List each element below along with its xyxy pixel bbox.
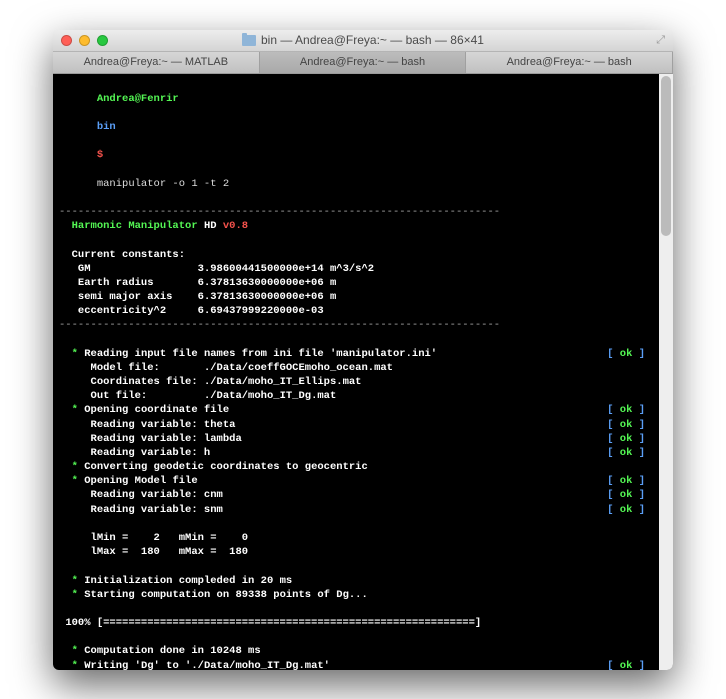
rv-theta: Reading variable: theta — [91, 419, 236, 431]
rv-snm: Reading variable: snm — [91, 504, 223, 516]
rv-h: Reading variable: h — [91, 447, 211, 459]
tab-bash-active[interactable]: Andrea@Freya:~ — bash — [260, 52, 467, 73]
step-open-model: Opening Model file — [84, 475, 197, 487]
model-file-label: Model file: — [91, 362, 160, 374]
tabbar: Andrea@Freya:~ — MATLAB Andrea@Freya:~ —… — [53, 52, 673, 74]
step-open-coord: Opening coordinate file — [84, 404, 229, 416]
zoom-icon[interactable] — [97, 35, 108, 46]
step-comp-done: Computation done in 10248 ms — [84, 645, 260, 657]
lmin: lMin = 2 mMin = 0 — [91, 532, 249, 544]
prompt-symbol: $ — [97, 149, 103, 161]
fullscreen-icon[interactable]: ⤢ — [656, 34, 665, 47]
step-read-ini: Reading input file names from ini file '… — [84, 348, 437, 360]
constants-header: Current constants: — [72, 249, 185, 261]
prompt-userhost: Andrea@Fenrir — [97, 93, 179, 105]
window-title: bin — Andrea@Freya:~ — bash — 86×41 — [242, 33, 484, 47]
const-sma-v: 6.37813630000000e+06 m — [198, 291, 337, 303]
terminal-body[interactable]: Andrea@Fenrir bin $ manipulator -o 1 -t … — [53, 74, 673, 670]
folder-icon — [242, 35, 256, 46]
titlebar[interactable]: bin — Andrea@Freya:~ — bash — 86×41 ⤢ — [53, 30, 673, 52]
command-text: manipulator -o 1 -t 2 — [97, 178, 229, 190]
const-ecc-k: eccentricity^2 — [78, 305, 166, 317]
prompt-cwd: bin — [97, 121, 116, 133]
const-sma-k: semi major axis — [78, 291, 173, 303]
window-title-text: bin — Andrea@Freya:~ — bash — 86×41 — [261, 33, 484, 47]
close-icon[interactable] — [61, 35, 72, 46]
tab-matlab[interactable]: Andrea@Freya:~ — MATLAB — [53, 52, 260, 73]
banner-name: Harmonic Manipulator — [72, 220, 198, 232]
separator-line-2: ----------------------------------------… — [59, 318, 667, 332]
step-start-comp: Starting computation on 89338 points of … — [84, 589, 368, 601]
const-er-k: Earth radius — [78, 277, 154, 289]
tab-bash-2[interactable]: Andrea@Freya:~ — bash — [466, 52, 673, 73]
step-write: Writing 'Dg' to './Data/moho_IT_Dg.mat' — [84, 660, 330, 670]
banner-hd: HD — [204, 220, 217, 232]
banner-ver: v0.8 — [223, 220, 248, 232]
progress-bar: 100% [==================================… — [65, 617, 481, 629]
separator-line: ----------------------------------------… — [59, 205, 667, 219]
const-er-v: 6.37813630000000e+06 m — [198, 277, 337, 289]
model-file: ./Data/coeffGOCEmoho_ocean.mat — [204, 362, 393, 374]
const-ecc-v: 6.69437999220000e-03 — [198, 305, 324, 317]
out-file-label: Out file: — [91, 390, 148, 402]
out-file: ./Data/moho_IT_Dg.mat — [204, 390, 336, 402]
rv-lambda: Reading variable: lambda — [91, 433, 242, 445]
const-gm-v: 3.98600441500000e+14 m^3/s^2 — [198, 263, 374, 275]
rv-cnm: Reading variable: cnm — [91, 489, 223, 501]
scrollbar[interactable] — [659, 74, 673, 670]
lmax: lMax = 180 mMax = 180 — [91, 546, 249, 558]
traffic-lights — [61, 35, 108, 46]
minimize-icon[interactable] — [79, 35, 90, 46]
step-init-done: Initialization compleded in 20 ms — [84, 575, 292, 587]
terminal-window: bin — Andrea@Freya:~ — bash — 86×41 ⤢ An… — [53, 30, 673, 670]
scroll-thumb[interactable] — [661, 76, 671, 236]
coord-file: ./Data/moho_IT_Ellips.mat — [204, 376, 362, 388]
step-convert: Converting geodetic coordinates to geoce… — [84, 461, 368, 473]
coord-file-label: Coordinates file: — [91, 376, 198, 388]
const-gm-k: GM — [78, 263, 91, 275]
